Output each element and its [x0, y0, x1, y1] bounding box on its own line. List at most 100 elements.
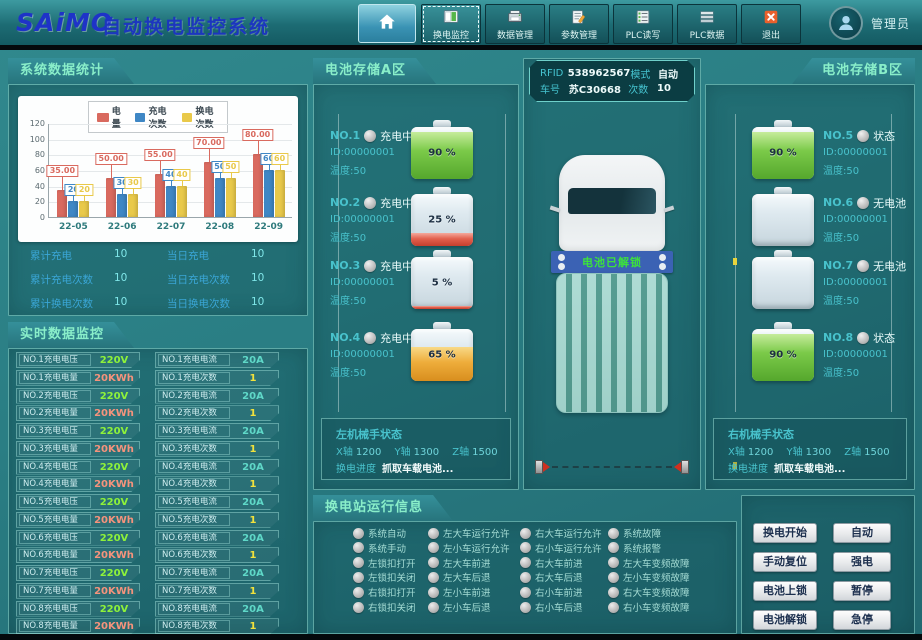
indicator-label: 系统手动 [368, 541, 406, 555]
battery-info-line: NO.2充电中 [330, 195, 413, 210]
plc-readwrite-icon [634, 7, 652, 27]
data-cell: NO.3充电次数1 [155, 441, 279, 457]
bar-label-leader [269, 165, 270, 170]
indicator-dot [353, 572, 364, 583]
track-stop-right [681, 460, 689, 474]
nav-param-manage[interactable]: 参数管理 [549, 4, 609, 44]
data-cell-label: NO.7充电电量 [19, 585, 91, 597]
data-cell: NO.3充电电流20A [155, 423, 279, 439]
status-indicator: 系统故障 [608, 526, 661, 540]
banner-dot [558, 263, 565, 270]
data-cell-value: 1 [232, 479, 274, 490]
indicator-label: 右小车前进 [535, 585, 583, 599]
battery-fill [411, 233, 473, 246]
vehicle-cab [559, 155, 665, 251]
indicator-dot [608, 572, 619, 583]
status-indicator: 右小车前进 [520, 585, 583, 599]
nav-plc-readwrite[interactable]: PLC读写 [613, 4, 673, 44]
data-cell-label: NO.7充电电流 [158, 567, 230, 579]
battery-number: NO.5 [823, 129, 853, 142]
data-cell-label: NO.1充电电流 [158, 354, 230, 366]
battery-body: 5 % [411, 257, 473, 309]
nav-plc-data[interactable]: PLC数据 [677, 4, 737, 44]
data-cell: NO.7充电电流20A [155, 565, 279, 581]
user-account[interactable]: 管理员 [829, 6, 910, 40]
control-button[interactable]: 暂停 [833, 581, 891, 601]
data-cell: NO.1充电次数1 [155, 370, 279, 386]
status-indicator: 左小车运行允许 [428, 541, 510, 555]
data-cell: NO.8充电电压220V [16, 601, 140, 617]
nav-label: PLC读写 [626, 28, 661, 41]
battery-cap [774, 250, 792, 257]
data-cell: NO.1充电电流20A [155, 352, 279, 368]
status-indicator: 右大车前进 [520, 556, 583, 570]
control-button[interactable]: 自动 [833, 523, 891, 543]
status-indicator: 右小车变频故障 [608, 600, 690, 614]
battery-info-line: NO.8状态 [823, 330, 895, 345]
battery-id: ID:00000001 [330, 349, 413, 360]
arm-title: 右机械手状态 [728, 426, 794, 442]
data-cell-label: NO.1充电电压 [19, 354, 91, 366]
bar-label: 30 [125, 177, 142, 189]
realtime-panel: 实时数据监控 NO.1充电电压220VNO.1充电电流20ANO.1充电电量20… [8, 322, 308, 634]
summary-stat: 累计充电10 [30, 248, 155, 263]
data-manage-icon [506, 7, 524, 27]
nav-data-manage[interactable]: 数据管理 [485, 4, 545, 44]
bar-label: 80.00 [242, 129, 273, 141]
data-cell-value: 1 [232, 444, 274, 455]
bar [275, 170, 285, 217]
indicator-dot [520, 572, 531, 583]
battery-slot: NO.4充电中ID:00000001温度:5065 % [313, 322, 519, 388]
battery-percent: 90 % [752, 148, 814, 159]
plate-label: 车号 [540, 81, 569, 96]
control-button[interactable]: 急停 [833, 610, 891, 630]
data-cell-label: NO.7充电次数 [158, 585, 230, 597]
data-cell-label: NO.8充电电流 [158, 603, 230, 615]
summary-stat-value: 10 [114, 296, 127, 311]
control-button[interactable]: 换电开始 [753, 523, 817, 543]
data-cell-value: 220V [93, 533, 135, 544]
data-cell-value: 20KWh [93, 444, 135, 455]
gridline [49, 124, 292, 125]
battery-info-line: NO.7无电池 [823, 258, 906, 273]
battery-cap [774, 322, 792, 329]
control-button[interactable]: 手动复位 [753, 552, 817, 572]
data-cell-value: 220V [93, 604, 135, 615]
count-label: 次数 [628, 81, 657, 96]
indicator-label: 右大车前进 [535, 556, 583, 570]
indicator-label: 左大车运行允许 [443, 526, 510, 540]
home-button[interactable] [358, 4, 416, 43]
panel-title-stats: 系统数据统计 [8, 58, 134, 84]
data-cell-label: NO.2充电次数 [158, 407, 230, 419]
data-cell-label: NO.6充电电流 [158, 532, 230, 544]
legend-swatch [135, 113, 145, 122]
control-button[interactable]: 电池上锁 [753, 581, 817, 601]
data-cell: NO.7充电次数1 [155, 583, 279, 599]
summary-stat: 当日充电10 [167, 248, 292, 263]
bar-label-leader [182, 181, 183, 186]
bar-label-leader [160, 161, 161, 174]
battery-id: ID:00000001 [823, 147, 895, 158]
summary-stat-label: 当日充电次数 [167, 272, 251, 287]
battery-temperature: 温度:50 [330, 364, 413, 379]
avatar-icon [829, 6, 863, 40]
data-cell: NO.2充电电流20A [155, 388, 279, 404]
data-cell: NO.6充电电压220V [16, 530, 140, 546]
battery-cap [433, 322, 451, 329]
battery-status-dot [857, 332, 869, 344]
control-button[interactable]: 电池解锁 [753, 610, 817, 630]
nav-swap-monitor[interactable]: 换电监控 [421, 4, 481, 44]
bar-label-leader [111, 165, 112, 178]
bar-label: 50 [222, 161, 239, 173]
header: SAiMO 自动换电监控系统 换电监控 数据管理 参数管理 [0, 0, 922, 50]
bar [177, 186, 187, 217]
battery-fill [411, 306, 473, 309]
data-cell-label: NO.8充电电量 [19, 620, 91, 632]
control-button[interactable]: 强电 [833, 552, 891, 572]
battery-id: ID:00000001 [823, 349, 895, 360]
user-role-label: 管理员 [871, 15, 910, 32]
data-cell: NO.2充电电压220V [16, 388, 140, 404]
nav-exit[interactable]: 退出 [741, 4, 801, 44]
data-cell: NO.4充电电量20KWh [16, 476, 140, 492]
left-arm-status-box: 左机械手状态 X轴1200 Y轴1300 Z轴1500 换电进度抓取车载电池..… [321, 418, 511, 480]
